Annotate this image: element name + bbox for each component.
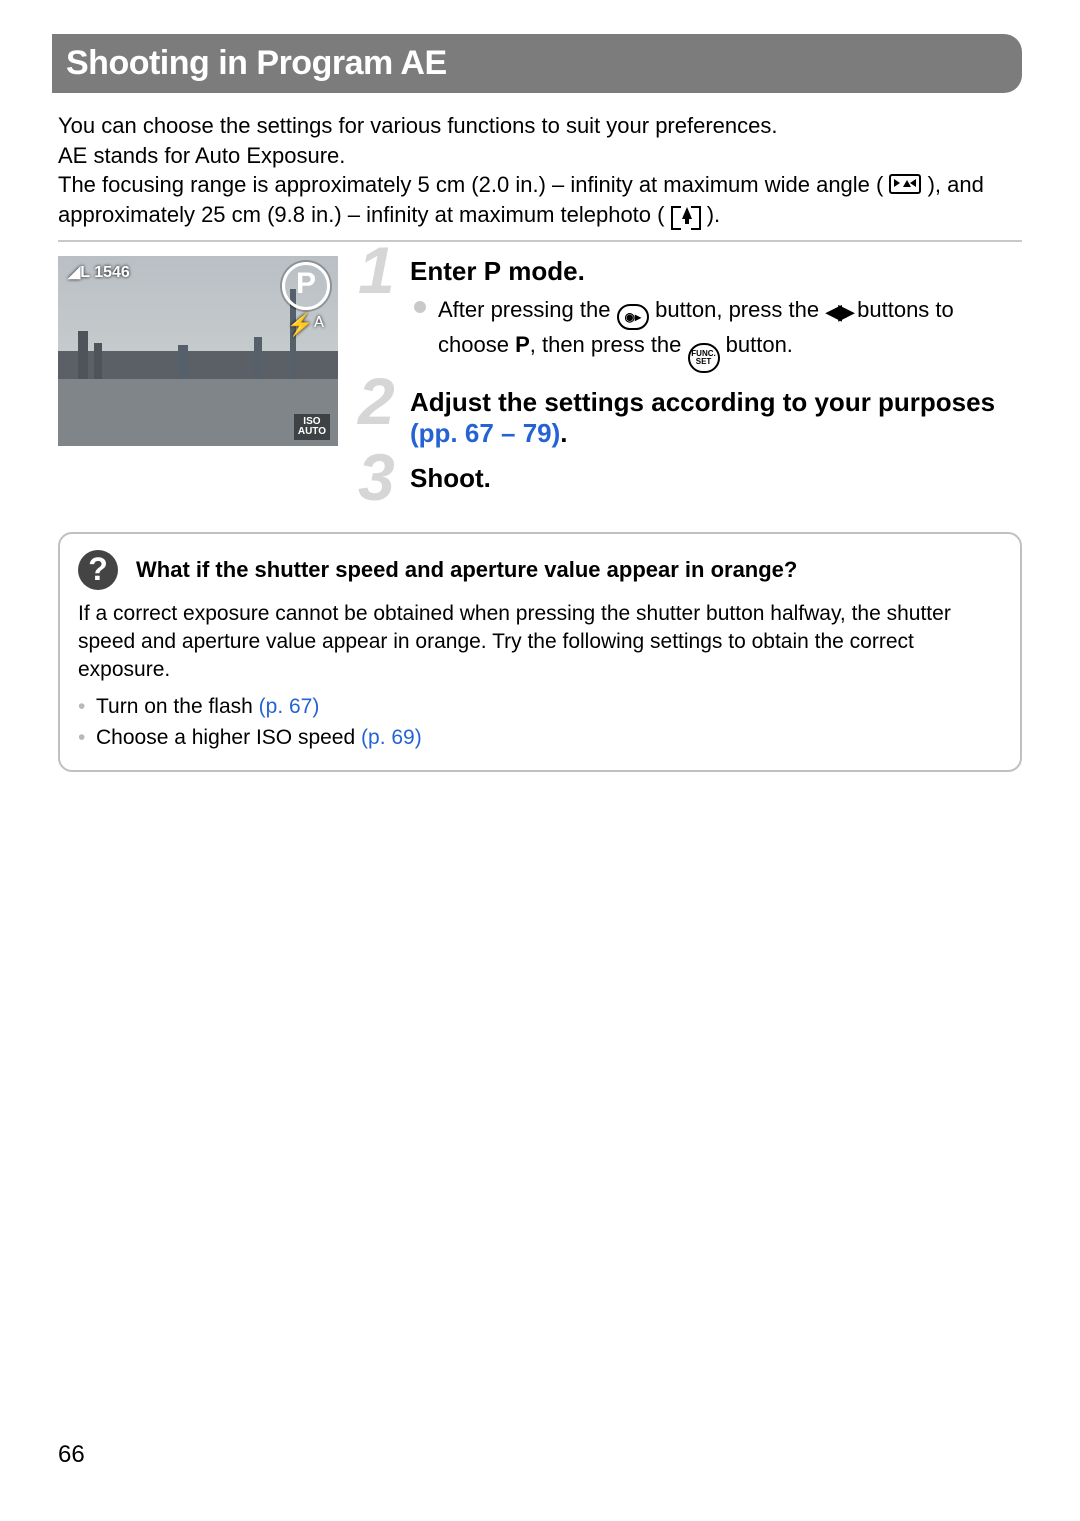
lcd-iso-icon: ISO AUTO <box>294 414 330 440</box>
step-body: After pressing the ◉▸ button, press the … <box>410 295 1022 373</box>
step-title: Enter P mode. <box>410 256 1022 287</box>
p-icon: P <box>515 332 530 357</box>
faq-item: Choose a higher ISO speed (p. 69) <box>78 722 1002 754</box>
intro-text: You can choose the settings for various … <box>58 111 1022 230</box>
page-ref-link[interactable]: (p. 69) <box>361 726 422 749</box>
lcd-iso-line2: AUTO <box>298 426 326 437</box>
step-title: Adjust the settings according to your pu… <box>410 387 1022 449</box>
step-number: 1 <box>358 232 395 308</box>
set-label: SET <box>696 358 712 366</box>
wide-angle-icon <box>889 174 921 194</box>
page-number: 66 <box>58 1441 85 1469</box>
faq-body: If a correct exposure cannot be obtained… <box>78 600 1002 685</box>
left-right-arrows-icon: ◀▶ <box>825 299 851 324</box>
page-ref-link[interactable]: (p. 67) <box>259 695 320 718</box>
intro-p2: AE stands for Auto Exposure. <box>58 143 345 168</box>
step-title: Shoot. <box>410 463 1022 494</box>
step-title-post: . <box>560 418 567 448</box>
faq-item: Turn on the flash (p. 67) <box>78 691 1002 723</box>
lcd-flash-icon: ⚡ᴬ <box>287 312 324 338</box>
mode-button-icon: ◉▸ <box>617 304 650 330</box>
steps-list: 1 Enter P mode. After pressing the ◉▸ bu… <box>362 256 1022 508</box>
intro-p1: You can choose the settings for various … <box>58 113 778 138</box>
step-2: 2 Adjust the settings according to your … <box>362 387 1022 449</box>
faq-item-text: Choose a higher ISO speed <box>96 726 361 749</box>
lcd-shot-count: ◢L 1546 <box>68 262 130 282</box>
intro-p3c: ). <box>707 202 720 227</box>
bullet-icon <box>414 301 426 313</box>
telephoto-icon <box>671 206 701 226</box>
step-number: 2 <box>358 363 395 439</box>
step-1: 1 Enter P mode. After pressing the ◉▸ bu… <box>362 256 1022 373</box>
step-body-e: button. <box>726 332 793 357</box>
page-ref-link[interactable]: (pp. 67 – 79) <box>410 418 560 448</box>
step-number: 3 <box>358 439 395 515</box>
divider <box>58 240 1022 242</box>
lcd-preview: ◢L 1546 P ⚡ᴬ ISO AUTO <box>58 256 338 446</box>
faq-box: ? What if the shutter speed and aperture… <box>58 532 1022 772</box>
lcd-count-value: 1546 <box>94 264 130 281</box>
faq-list: Turn on the flash (p. 67) Choose a highe… <box>78 691 1002 754</box>
step-title-pre: Enter <box>410 256 484 286</box>
page-title: Shooting in Program AE <box>52 34 1022 93</box>
func-set-button-icon: FUNC. SET <box>688 343 720 373</box>
step-3: 3 Shoot. <box>362 463 1022 494</box>
lcd-mode-p-icon: P <box>282 262 330 310</box>
question-icon: ? <box>78 550 118 590</box>
faq-item-text: Turn on the flash <box>96 695 259 718</box>
step-body-a: After pressing the <box>438 297 617 322</box>
step-title-pre: Adjust the settings according to your pu… <box>410 387 995 417</box>
faq-title: What if the shutter speed and aperture v… <box>136 557 797 583</box>
p-mode-icon: P <box>484 256 501 287</box>
step-body-d: , then press the <box>530 332 688 357</box>
step-title-post: mode. <box>501 256 585 286</box>
intro-p3a: The focusing range is approximately 5 cm… <box>58 172 883 197</box>
step-body-b: button, press the <box>655 297 825 322</box>
